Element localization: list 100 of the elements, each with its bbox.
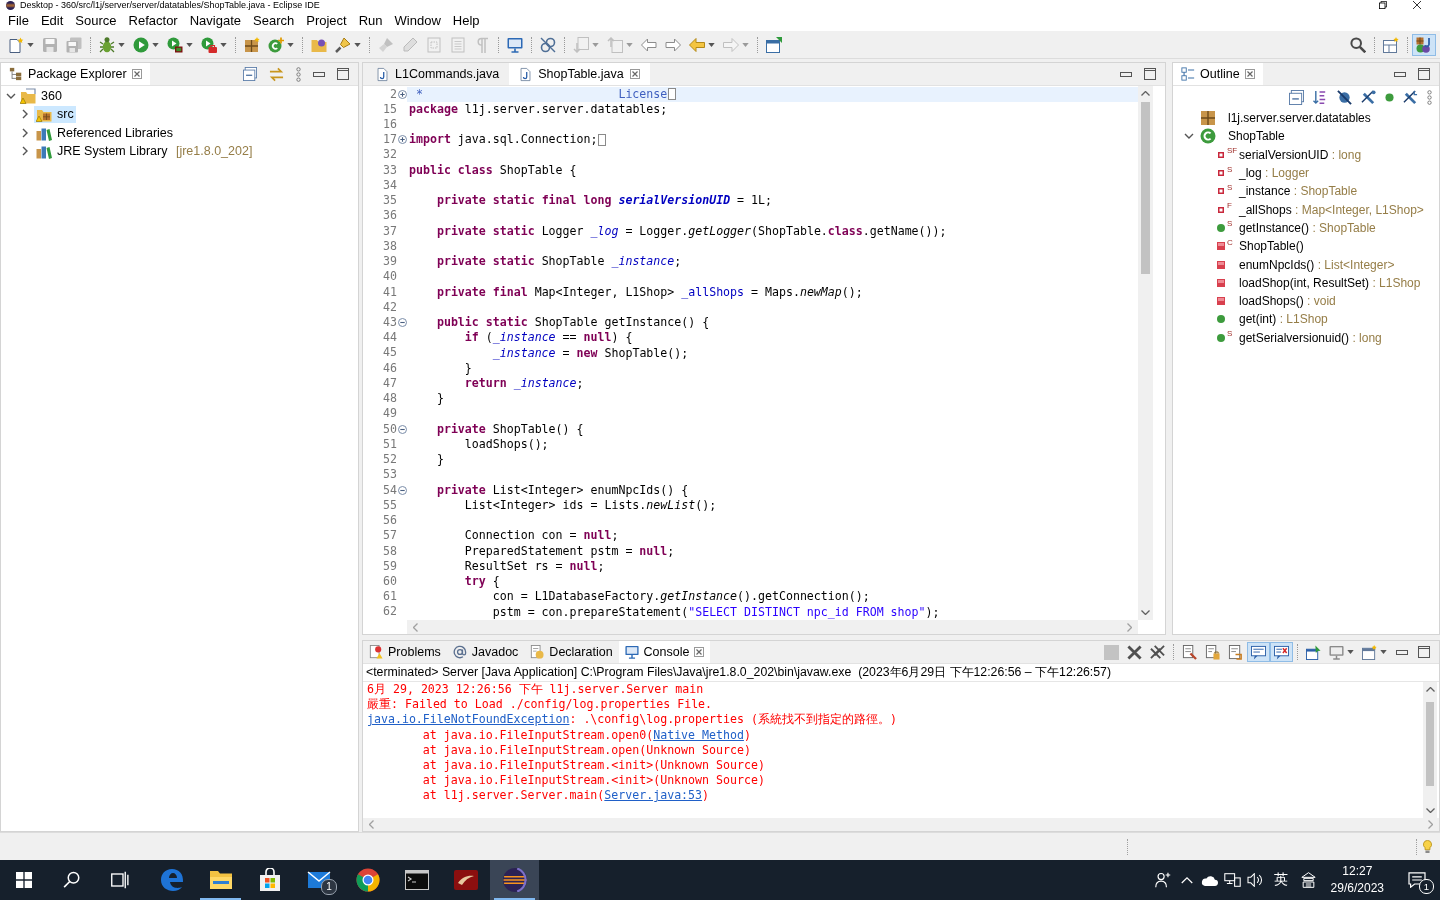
running-indicator [494, 898, 535, 900]
chevron-right-icon[interactable] [22, 146, 28, 157]
tree-item[interactable]: 360 [18, 87, 64, 105]
view-tab[interactable]: Problems [363, 641, 447, 663]
menu-item[interactable]: File [2, 10, 35, 31]
chevron-down-icon[interactable] [1184, 133, 1194, 140]
outline-item[interactable]: F _allShops : Map<Integer, L1Shop> [1214, 201, 1426, 219]
console-link[interactable]: java.io.FileNotFoundException [367, 712, 570, 727]
line-number: 35 [382, 193, 397, 209]
outline-item[interactable]: S _instance : ShopTable [1214, 182, 1360, 200]
notification-count: 1 [1419, 879, 1434, 894]
line-number: 36 [382, 208, 397, 224]
outline-item[interactable]: S _log : Logger [1214, 164, 1312, 182]
input-language-button[interactable]: 英 [1265, 860, 1296, 900]
view-tab[interactable]: Javadoc [446, 641, 525, 663]
code-line: private static final long serialVersionUID = 1L; [435, 193, 772, 209]
lightbulb-icon [1423, 840, 1432, 853]
marker-icon [378, 36, 394, 53]
folded-code-icon [598, 133, 607, 146]
menu-item[interactable]: Refactor [122, 10, 184, 31]
outline-left-arrow-icon [641, 36, 657, 53]
outline-item[interactable]: loadShops() : void [1214, 292, 1338, 310]
chevron-right-icon[interactable] [22, 127, 28, 138]
chevron-down-icon [1141, 610, 1150, 615]
java-perspective-button[interactable] [1412, 33, 1436, 56]
chevron-left-icon [369, 820, 374, 829]
vertical-scrollbar[interactable] [1138, 86, 1153, 620]
chevron-down-icon [1425, 808, 1435, 813]
code-line: package l1j.server.server.datatables; [409, 101, 668, 117]
menu-item[interactable]: Help [446, 10, 486, 31]
caret-icon [708, 42, 715, 47]
tree-item[interactable]: JRE System Library [jre1.8.0_202] [34, 142, 255, 160]
chevron-right-icon[interactable] [22, 109, 28, 120]
code-line: public class ShopTable { [409, 162, 577, 178]
task-view-icon [111, 871, 129, 889]
console-link[interactable]: Server.java:53 [604, 788, 703, 803]
view-tab[interactable]: Package Explorer [1, 63, 150, 85]
view-tab[interactable]: Declaration [524, 641, 619, 663]
outline-item[interactable]: S getInstance() : ShopTable [1214, 219, 1378, 237]
close-icon[interactable] [131, 69, 142, 79]
outline-item[interactable]: enumNpcIds() : List<Integer> [1214, 256, 1397, 273]
circle-minus-icon[interactable] [397, 485, 407, 495]
code-line: } [435, 452, 444, 468]
close-icon[interactable] [629, 69, 640, 79]
console-line: 嚴重: Failed to Load ./config/log.properties File. [367, 697, 713, 713]
outline-icon [1181, 67, 1195, 81]
menu-item[interactable]: Run [352, 10, 389, 31]
java-file-icon [376, 66, 389, 82]
modifier-flags: S [1227, 164, 1233, 174]
taskbar-app-button[interactable]: 1 [294, 860, 343, 900]
vertical-scrollbar[interactable] [1423, 682, 1437, 818]
editor-tab[interactable]: L1Commands.java [366, 63, 510, 85]
folded-code-icon [668, 88, 677, 101]
view-tab[interactable]: Outline [1173, 63, 1263, 85]
caret-icon [118, 42, 125, 47]
line-number: 45 [382, 345, 397, 361]
menu-item[interactable]: Edit [34, 10, 70, 31]
at-sign-icon [452, 645, 467, 659]
menu-item[interactable]: Window [388, 10, 447, 31]
menu-item[interactable]: Navigate [183, 10, 247, 31]
play-icon [133, 36, 149, 53]
show-stdout-button[interactable] [1247, 642, 1270, 662]
clock-button[interactable]: 12:27 29/6/2023 [1320, 860, 1394, 900]
view-tab[interactable]: Console [618, 641, 711, 663]
scrollbar-thumb[interactable] [1141, 102, 1150, 274]
close-icon[interactable] [1244, 69, 1255, 79]
outline-item[interactable]: l1j.server.server.datatables [1198, 109, 1373, 127]
scrollbar-thumb[interactable] [1426, 702, 1434, 786]
console-link[interactable]: Native Method [653, 727, 744, 742]
tree-item[interactable]: Referenced Libraries [34, 124, 176, 142]
chevron-up-icon [1425, 687, 1435, 692]
outline-item[interactable]: loadShop(int, ResultSet) : L1Shop [1214, 274, 1423, 292]
menu-item[interactable]: Search [247, 10, 301, 31]
notification-icon [1408, 872, 1426, 888]
line-number: 33 [382, 162, 397, 178]
circle-plus-icon[interactable] [397, 135, 407, 145]
tree-item[interactable]: src [34, 105, 76, 123]
taskbar-app-button[interactable] [490, 860, 539, 900]
editor-tab[interactable]: ShopTable.java [509, 63, 650, 85]
line-number: 37 [382, 223, 397, 239]
circle-minus-icon[interactable] [397, 318, 407, 328]
caret-icon [186, 42, 193, 47]
circle-plus-icon[interactable] [397, 89, 407, 99]
outline-item[interactable]: C ShopTable() [1214, 237, 1306, 255]
chevron-down-icon[interactable] [6, 93, 16, 100]
outline-item[interactable]: S getSerialversionuid() : long [1214, 329, 1384, 347]
horizontal-scrollbar[interactable] [407, 620, 1138, 634]
horizontal-scrollbar[interactable] [363, 818, 1439, 831]
outline-item[interactable]: ShopTable [1198, 127, 1287, 145]
show-stderr-button[interactable] [1270, 642, 1293, 662]
action-center-button[interactable]: 1 [1394, 860, 1440, 900]
menu-item[interactable]: Source [69, 10, 123, 31]
console-line: at java.io.FileInputStream.open(Unknown Source) [421, 742, 751, 758]
close-icon[interactable] [694, 647, 705, 657]
menu-item[interactable]: Project [300, 10, 353, 31]
page-eraser-icon [1182, 644, 1197, 660]
outline-item[interactable]: get(int) : L1Shop [1214, 310, 1330, 328]
circle-minus-icon[interactable] [397, 424, 407, 434]
line-number: 16 [382, 116, 397, 133]
line-number: 51 [382, 436, 397, 453]
